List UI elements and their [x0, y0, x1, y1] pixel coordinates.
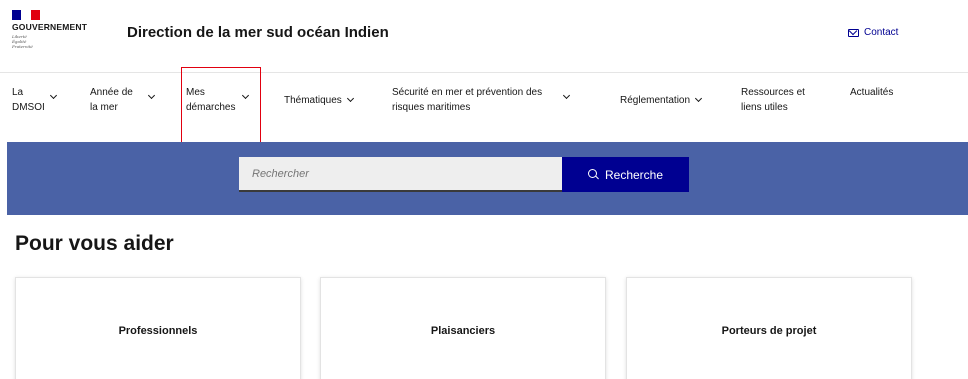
- chevron-down-icon: [242, 91, 250, 100]
- motto: Liberté Égalité Fraternité: [12, 34, 112, 49]
- contact-link[interactable]: Contact: [848, 27, 898, 38]
- nav-item-label: Réglementation: [620, 95, 691, 106]
- nav-item-label: Sécurité en mer et prévention des risque…: [392, 87, 543, 113]
- card-porteurs-de-projet[interactable]: Porteurs de projet: [626, 277, 912, 379]
- search-icon: [587, 169, 599, 180]
- card-plaisanciers[interactable]: Plaisanciers: [320, 277, 606, 379]
- card-professionnels[interactable]: Professionnels: [15, 277, 301, 379]
- nav-item-label: Thématiques: [284, 95, 342, 106]
- chevron-down-icon: [695, 94, 703, 103]
- search-button-label: Recherche: [604, 167, 664, 182]
- nav-item-label: La DMSOI: [12, 87, 45, 113]
- site-title[interactable]: Direction de la mer sud océan Indien: [127, 24, 389, 41]
- nav-item-label: Actualités: [850, 87, 894, 98]
- nav-item-label: Mes démarches: [186, 87, 236, 113]
- nav-item-mes-demarches[interactable]: Mes démarches: [186, 85, 250, 115]
- card-label: Porteurs de projet: [721, 325, 817, 337]
- nav-item-ressources[interactable]: Ressources et liens utiles: [741, 85, 805, 115]
- chevron-down-icon: [563, 91, 571, 100]
- nav-item-label: Année de la mer: [90, 87, 133, 113]
- search-button[interactable]: Recherche: [562, 157, 689, 192]
- gov-name: GOUVERNEMENT: [12, 22, 88, 32]
- chevron-down-icon: [49, 91, 57, 100]
- government-logo[interactable]: GOUVERNEMENT Liberté Égalité Fraternité: [12, 10, 112, 66]
- french-flag-icon: [12, 10, 40, 20]
- site-header: GOUVERNEMENT Liberté Égalité Fraternité …: [0, 0, 968, 72]
- card-label: Plaisanciers: [430, 325, 496, 337]
- envelope-icon: [848, 28, 859, 37]
- chevron-down-icon: [147, 91, 155, 100]
- main-nav: La DMSOI Année de la mer Mes démarches T…: [0, 72, 968, 142]
- nav-item-annee-de-la-mer[interactable]: Année de la mer: [90, 85, 155, 115]
- nav-item-reglementation[interactable]: Réglementation: [620, 93, 703, 108]
- nav-item-securite-en-mer[interactable]: Sécurité en mer et prévention des risque…: [392, 85, 571, 115]
- search-input[interactable]: [239, 157, 562, 192]
- motto-line: Fraternité: [12, 44, 33, 49]
- section-title: Pour vous aider: [15, 232, 174, 255]
- nav-item-thematiques[interactable]: Thématiques: [284, 93, 354, 108]
- nav-item-la-dmsoi[interactable]: La DMSOI: [12, 85, 57, 115]
- nav-item-label: Ressources et liens utiles: [741, 87, 805, 113]
- contact-label: Contact: [864, 27, 899, 38]
- nav-item-actualites[interactable]: Actualités: [850, 85, 893, 100]
- card-label: Professionnels: [118, 325, 198, 337]
- chevron-down-icon: [346, 94, 354, 103]
